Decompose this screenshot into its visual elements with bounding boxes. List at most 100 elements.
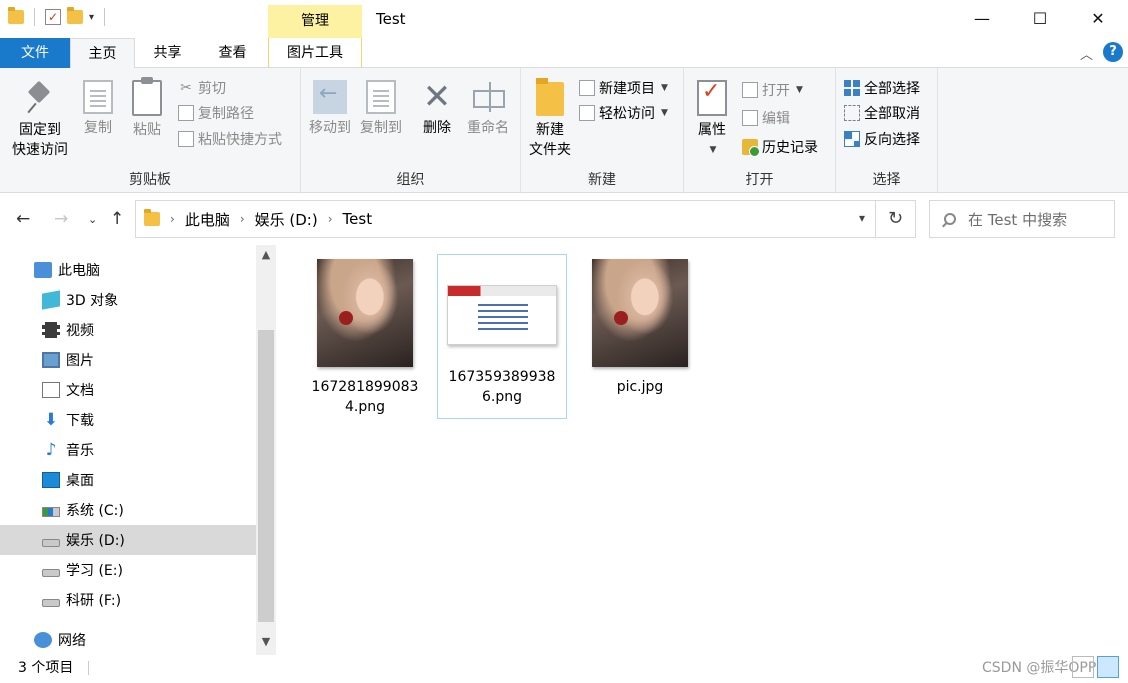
divider xyxy=(34,8,35,26)
properties-quick-icon[interactable]: ✓ xyxy=(45,9,61,25)
drive-icon xyxy=(42,569,60,577)
copy-path-button[interactable]: 复制路径 xyxy=(178,101,254,125)
scroll-down-icon[interactable]: ▼ xyxy=(256,635,276,648)
edit-button[interactable]: 编辑 xyxy=(742,106,790,130)
title-bar: ✓ ▾ 管理 Test — ☐ ✕ xyxy=(0,0,1128,38)
select-all-button[interactable]: 全部选择 xyxy=(844,76,920,100)
copy-button[interactable]: 复制 xyxy=(78,80,118,138)
new-folder-label-line1: 新建 xyxy=(536,122,564,138)
nav-item-drive-f[interactable]: 科研 (F:) xyxy=(0,585,256,615)
window-title: Test xyxy=(376,10,406,28)
nav-item-videos[interactable]: 视频 xyxy=(0,315,256,345)
rename-button[interactable]: 重命名 xyxy=(463,80,513,138)
tab-view[interactable]: 查看 xyxy=(200,38,265,68)
scrollbar-thumb[interactable] xyxy=(258,330,274,622)
new-folder-label-line2: 文件夹 xyxy=(529,142,571,158)
delete-label: 删除 xyxy=(423,120,451,136)
nav-label: 3D 对象 xyxy=(66,293,119,309)
new-folder-button[interactable]: 新建 文件夹 xyxy=(525,78,575,160)
select-none-button[interactable]: 全部取消 xyxy=(844,101,920,125)
file-name-line2: 4.png xyxy=(344,399,385,415)
back-icon[interactable]: ← xyxy=(16,209,30,229)
tab-share[interactable]: 共享 xyxy=(135,38,200,68)
context-tab-manage[interactable]: 管理 xyxy=(268,5,362,38)
breadcrumb-drive-d[interactable]: 娱乐 (D:) xyxy=(255,209,318,230)
ribbon-tabs: 文件 主页 共享 查看 图片工具 ︿ ? xyxy=(0,38,1128,69)
details-view-icon[interactable] xyxy=(1072,656,1094,678)
invert-selection-button[interactable]: 反向选择 xyxy=(844,127,920,151)
tab-home[interactable]: 主页 xyxy=(70,38,135,69)
address-bar[interactable]: › 此电脑 › 娱乐 (D:) › Test ▾ xyxy=(135,200,876,238)
desktop-icon xyxy=(42,472,60,488)
nav-item-desktop[interactable]: 桌面 xyxy=(0,465,256,495)
close-button[interactable]: ✕ xyxy=(1069,0,1127,38)
file-item[interactable]: 167359389938 6.png xyxy=(437,254,567,419)
scroll-up-icon[interactable]: ▲ xyxy=(256,248,276,261)
maximize-button[interactable]: ☐ xyxy=(1011,0,1069,38)
nav-item-music[interactable]: ♪ 音乐 xyxy=(0,435,256,465)
history-button[interactable]: 历史记录 xyxy=(742,135,818,159)
large-icons-view-icon[interactable] xyxy=(1097,656,1119,678)
history-label: 历史记录 xyxy=(762,140,818,156)
easy-access-button[interactable]: 轻松访问 ▼ xyxy=(579,101,668,125)
breadcrumb-separator-icon[interactable]: › xyxy=(240,212,245,226)
file-item[interactable]: pic.jpg xyxy=(575,254,705,419)
recent-locations-icon[interactable]: ⌄ xyxy=(88,213,97,226)
image-thumbnail xyxy=(592,259,688,367)
customize-toolbar-icon[interactable]: ▾ xyxy=(89,12,94,23)
new-item-button[interactable]: 新建项目 ▼ xyxy=(579,76,668,100)
nav-item-drive-d[interactable]: 娱乐 (D:) xyxy=(0,525,256,555)
collapse-ribbon-icon[interactable]: ︿ xyxy=(1080,44,1093,63)
nav-item-pictures[interactable]: 图片 xyxy=(0,345,256,375)
delete-button[interactable]: ✕ 删除 xyxy=(417,80,457,138)
properties-label: 属性 xyxy=(698,122,726,138)
pin-quick-access-button[interactable]: 固定到 快速访问 xyxy=(6,82,74,160)
properties-button[interactable]: 属性 ▼ xyxy=(692,80,732,160)
paste-button[interactable]: 粘贴 xyxy=(126,77,168,140)
tab-file[interactable]: 文件 xyxy=(0,38,70,68)
breadcrumb-this-pc[interactable]: 此电脑 xyxy=(185,209,230,230)
copy-label: 复制 xyxy=(84,120,112,136)
tab-picture-tools[interactable]: 图片工具 xyxy=(268,38,362,68)
new-folder-quick-icon[interactable] xyxy=(67,7,83,24)
move-to-button[interactable]: 移动到 xyxy=(305,80,355,138)
divider xyxy=(88,661,89,675)
copy-to-button[interactable]: 复制到 xyxy=(355,80,407,138)
folder-icon xyxy=(144,209,160,226)
forward-icon[interactable]: → xyxy=(54,209,68,229)
nav-item-network[interactable]: 网络 xyxy=(0,625,256,655)
address-history-icon[interactable]: ▾ xyxy=(859,211,865,225)
refresh-button[interactable]: ↻ xyxy=(876,200,916,238)
invert-selection-icon xyxy=(844,131,860,147)
nav-scrollbar[interactable]: ▲ ▼ xyxy=(256,245,276,655)
help-icon[interactable]: ? xyxy=(1103,42,1123,62)
nav-label: 娱乐 (D:) xyxy=(66,533,125,549)
file-item[interactable]: 167281899083 4.png xyxy=(300,254,430,419)
nav-label: 文档 xyxy=(66,383,94,399)
network-icon xyxy=(34,632,52,648)
easy-access-icon xyxy=(579,105,595,121)
nav-label: 下载 xyxy=(66,413,94,429)
explorer-window: ✓ ▾ 管理 Test — ☐ ✕ 文件 主页 共享 查看 图片工具 ︿ ? 固… xyxy=(0,0,1128,683)
minimize-button[interactable]: — xyxy=(953,0,1011,38)
breadcrumb-test[interactable]: Test xyxy=(343,210,373,228)
nav-item-this-pc[interactable]: 此电脑 xyxy=(0,255,256,285)
nav-item-drive-e[interactable]: 学习 (E:) xyxy=(0,555,256,585)
group-title: 剪贴板 xyxy=(129,172,171,188)
nav-item-3d-objects[interactable]: 3D 对象 xyxy=(0,285,256,315)
up-icon[interactable]: ↑ xyxy=(110,209,124,229)
cut-button[interactable]: ✂ 剪切 xyxy=(178,76,226,100)
edit-label: 编辑 xyxy=(762,111,790,127)
nav-label: 科研 (F:) xyxy=(66,593,122,609)
paste-shortcut-button[interactable]: 粘贴快捷方式 xyxy=(178,127,282,151)
nav-item-drive-c[interactable]: 系统 (C:) xyxy=(0,495,256,525)
invert-selection-label: 反向选择 xyxy=(864,132,920,148)
file-name: 167281899083 4.png xyxy=(300,377,430,417)
nav-item-downloads[interactable]: ⬇ 下载 xyxy=(0,405,256,435)
breadcrumb-separator-icon[interactable]: › xyxy=(328,212,333,226)
open-button[interactable]: 打开 ▼ xyxy=(742,78,803,102)
nav-item-documents[interactable]: 文档 xyxy=(0,375,256,405)
search-input[interactable]: 在 Test 中搜索 xyxy=(929,200,1115,238)
cut-label: 剪切 xyxy=(198,81,226,97)
breadcrumb-separator-icon[interactable]: › xyxy=(170,212,175,226)
